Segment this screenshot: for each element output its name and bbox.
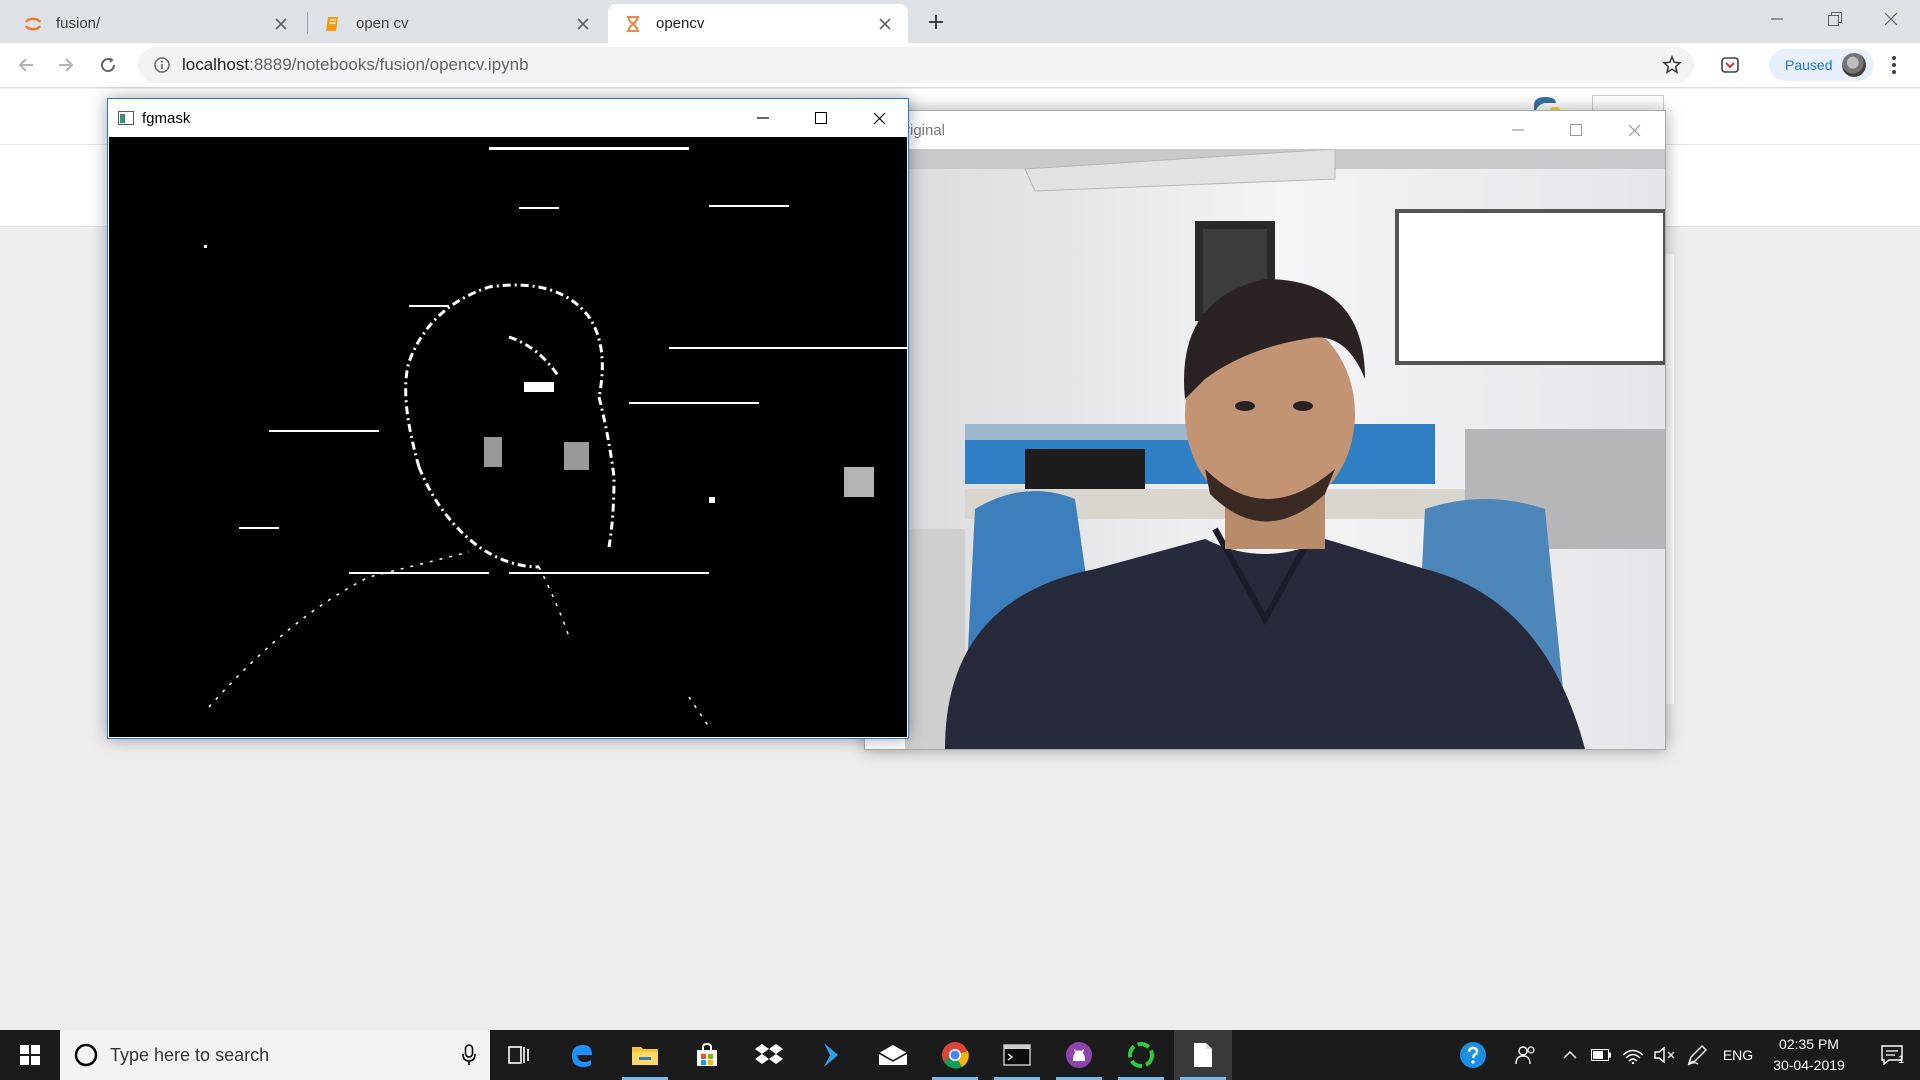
browser-toolbar: localhost:8889/notebooks/fusion/opencv.i…: [0, 43, 1920, 88]
back-button[interactable]: [12, 51, 40, 79]
close-icon[interactable]: [272, 15, 290, 33]
search-placeholder: Type here to search: [110, 1044, 270, 1065]
window-title: riginal: [905, 121, 946, 139]
tab-fusion[interactable]: fusion/: [8, 4, 304, 43]
taskbar: Type here to search ENG 02:35 PM 30-04-2…: [0, 1030, 1920, 1080]
microphone-icon[interactable]: [462, 1044, 476, 1066]
webcam-frame: [905, 149, 1665, 749]
new-tab-button[interactable]: [922, 8, 950, 36]
pocket-extension-icon[interactable]: [1716, 51, 1744, 79]
hourglass-icon: [622, 13, 644, 35]
edge-browser-icon[interactable]: [553, 1030, 611, 1080]
system-clock[interactable]: 02:35 PM 30-04-2019: [1762, 1034, 1856, 1076]
close-icon[interactable]: [574, 15, 592, 33]
microsoft-store-icon[interactable]: [678, 1030, 736, 1080]
chrome-icon[interactable]: [926, 1030, 984, 1080]
window-titlebar[interactable]: riginal: [865, 111, 1665, 149]
file-explorer-icon[interactable]: [616, 1030, 674, 1080]
maximize-icon[interactable]: [1547, 111, 1605, 149]
profile-paused-button[interactable]: Paused: [1769, 49, 1875, 81]
address-bar[interactable]: localhost:8889/notebooks/fusion/opencv.i…: [138, 47, 1694, 83]
tab-strip: fusion/ open cv opencv: [0, 0, 1920, 43]
spinner-app-icon[interactable]: [1112, 1030, 1170, 1080]
mail-icon[interactable]: [864, 1030, 922, 1080]
dropbox-icon[interactable]: [740, 1030, 798, 1080]
notification-count-badge: 1: [1898, 1054, 1905, 1066]
tab-open-cv[interactable]: open cv: [308, 4, 606, 43]
info-icon[interactable]: [144, 57, 180, 73]
forward-button[interactable]: [52, 51, 80, 79]
jupyter-icon: [22, 13, 44, 35]
kebab-menu-icon[interactable]: [1880, 51, 1908, 79]
close-icon[interactable]: [1605, 111, 1663, 149]
url-host: localhost: [182, 55, 250, 74]
clock-date: 30-04-2019: [1773, 1057, 1845, 1073]
notebook-icon: [322, 13, 344, 35]
github-icon[interactable]: [1050, 1030, 1108, 1080]
window-title: fgmask: [142, 109, 191, 127]
url-path: :8889/notebooks/fusion/opencv.ipynb: [249, 55, 529, 74]
foreground-mask-frame: [109, 137, 907, 737]
taskbar-search-box[interactable]: Type here to search: [60, 1030, 490, 1080]
language-indicator[interactable]: ENG: [1718, 1030, 1758, 1080]
battery-icon[interactable]: [1586, 1030, 1616, 1080]
minimize-icon[interactable]: [1489, 111, 1547, 149]
tab-title: opencv: [656, 15, 705, 32]
wifi-icon[interactable]: [1618, 1030, 1648, 1080]
help-icon[interactable]: [1454, 1030, 1492, 1080]
visual-studio-icon[interactable]: [802, 1030, 860, 1080]
task-view-icon[interactable]: [490, 1030, 548, 1080]
notification-center-icon[interactable]: 1: [1864, 1030, 1920, 1080]
volume-muted-icon[interactable]: [1650, 1030, 1680, 1080]
app-window-icon: [118, 111, 134, 125]
fgmask-window[interactable]: fgmask: [107, 98, 909, 739]
windows-start-button[interactable]: [0, 1030, 60, 1080]
bookmark-star-icon[interactable]: [1662, 55, 1682, 75]
window-titlebar[interactable]: fgmask: [108, 99, 908, 137]
webcam-image: [905, 149, 1665, 749]
restore-window-button[interactable]: [1806, 0, 1864, 38]
notepad-icon[interactable]: [1174, 1030, 1232, 1080]
tab-opencv[interactable]: opencv: [608, 4, 908, 43]
maximize-icon[interactable]: [792, 99, 850, 137]
close-icon[interactable]: [876, 15, 894, 33]
cortana-icon: [74, 1043, 98, 1067]
avatar: [1842, 53, 1867, 77]
reload-button[interactable]: [94, 51, 122, 79]
terminal-icon[interactable]: [988, 1030, 1046, 1080]
close-icon[interactable]: [850, 99, 908, 137]
chevron-up-icon[interactable]: [1556, 1030, 1584, 1080]
clock-time: 02:35 PM: [1779, 1036, 1839, 1052]
profile-status: Paused: [1785, 57, 1833, 73]
original-window[interactable]: riginal: [864, 110, 1666, 750]
tab-title: fusion/: [56, 15, 101, 32]
url-text[interactable]: localhost:8889/notebooks/fusion/opencv.i…: [182, 55, 529, 75]
close-window-button[interactable]: [1862, 0, 1920, 38]
tab-title: open cv: [356, 15, 409, 32]
minimize-icon[interactable]: [734, 99, 792, 137]
minimize-window-button[interactable]: [1748, 0, 1806, 38]
foreground-mask-image: [109, 137, 907, 737]
people-icon[interactable]: [1508, 1030, 1544, 1080]
pen-workspace-icon[interactable]: [1682, 1030, 1712, 1080]
